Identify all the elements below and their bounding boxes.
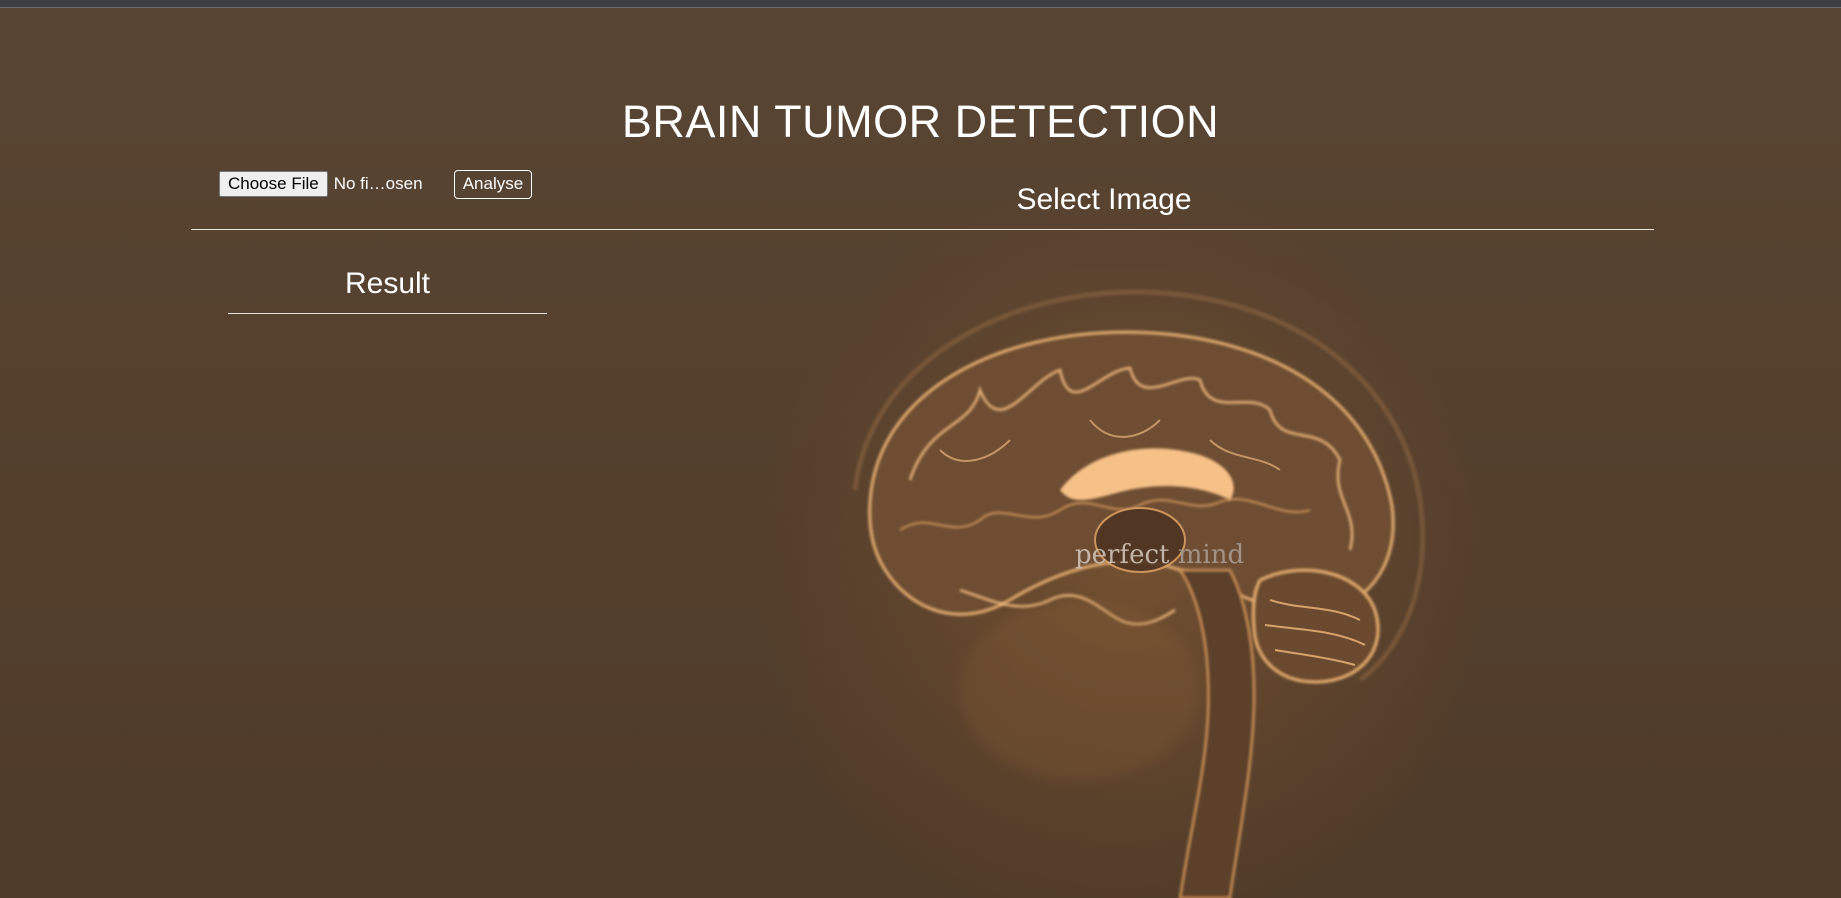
file-status-text: No fi…osen xyxy=(333,174,423,193)
header-divider xyxy=(191,229,1654,230)
upload-controls: Choose File No fi…osen Analyse xyxy=(219,169,533,199)
result-divider xyxy=(228,313,547,314)
page-title: BRAIN TUMOR DETECTION xyxy=(621,96,1220,147)
result-heading: Result xyxy=(344,267,431,300)
analyse-button[interactable]: Analyse xyxy=(453,169,533,199)
select-image-heading: Select Image xyxy=(1016,183,1192,216)
brain-mri-background-image: perfect mind xyxy=(800,270,1480,898)
choose-file-button[interactable]: Choose File xyxy=(219,171,328,197)
browser-top-strip xyxy=(0,0,1841,8)
watermark-text: perfect mind xyxy=(1075,540,1244,570)
